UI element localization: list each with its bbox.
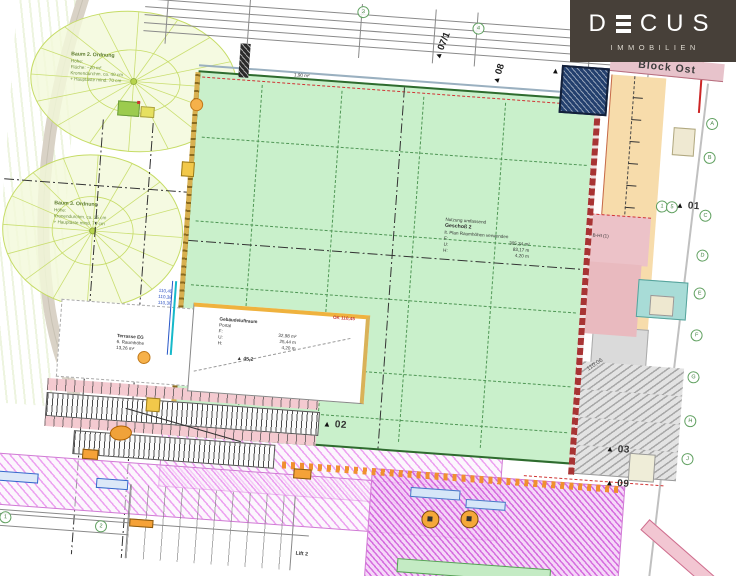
orange-box — [293, 468, 312, 479]
brand-letters-cus: CUS — [640, 10, 718, 38]
teal-block — [636, 279, 689, 321]
site-plan-screenshot: Baum 2. Ordnung Höhe: Fläche: ~20 m² Kro… — [0, 0, 736, 576]
meter-box — [146, 397, 161, 412]
logo-e-bars-icon — [616, 15, 631, 33]
grid-bubble-top: 3 — [357, 6, 370, 19]
marker-triangle-icon: ▲ — [605, 478, 614, 488]
brand-letter-d: D — [588, 10, 606, 38]
grid-bubble-right: B — [703, 151, 716, 164]
teal-inner-box — [649, 295, 674, 317]
spot-elevation: ▲ 45,2 — [236, 356, 253, 364]
plan-graphic — [616, 29, 631, 33]
grid-bubble-top: 4 — [472, 22, 485, 35]
orange-box — [129, 518, 154, 528]
flag-icon: ▲ — [551, 66, 560, 76]
grid-bubble-right: J — [681, 453, 694, 466]
marker-03: ▲ 03 — [606, 443, 631, 456]
dimension-line — [0, 523, 128, 535]
tree2-label: Baum 3. Ordnung Höhe: Kronendurchm. ca. … — [53, 200, 184, 230]
beige-box — [628, 453, 656, 483]
marker-09: ▲ 09 — [605, 477, 630, 490]
plan-graphic: 09 — [617, 478, 630, 490]
plan-graphic — [616, 15, 631, 19]
axis-flag-07-label: 07/1 — [436, 31, 453, 52]
pink-corner-band — [640, 519, 736, 576]
plan-graphic: 4,20 m — [281, 345, 295, 352]
terrace-annotation: Terrasse EG 6. Raumhöhe 13,26 m² — [116, 333, 145, 353]
grid-bubble-right: C — [699, 209, 712, 222]
grid-dashed-line — [480, 103, 506, 448]
axis-flag-08-label: 08 — [493, 62, 507, 76]
decus-brand: D CUS — [588, 10, 717, 38]
grid-bubble-right: H — [684, 415, 697, 428]
plan-graphic: 45,2 — [243, 356, 254, 363]
logo-subtitle: IMMOBILIEN — [606, 43, 700, 52]
pink-block-label: B-HI (1) — [592, 233, 608, 240]
marker-02: ▲ 02 — [323, 418, 348, 431]
pink-block-a: B-HI (1) — [588, 213, 651, 266]
void-annotation: Gebäudeluftraum Portal F:32,98 m² U:25,4… — [218, 316, 332, 354]
grid-bubble-right: F — [690, 329, 703, 342]
meter-box — [181, 161, 195, 177]
legend-red-tick — [137, 101, 140, 104]
plan-graphic — [616, 22, 631, 26]
survey-bubble: 1 — [0, 511, 12, 524]
axis-flag-08: ▲ 08 — [490, 62, 507, 85]
shaft-circle-core — [427, 516, 432, 521]
plan-graphic: 02 — [334, 419, 347, 431]
grid-dashed-line — [398, 97, 424, 442]
grid-dashed-line — [202, 137, 587, 166]
shaft-circle-core — [466, 516, 471, 521]
plan-graphic: H: — [218, 340, 223, 346]
shaft-area-label: 1,90 m² — [294, 72, 310, 79]
survey-bubble: 2 — [95, 520, 108, 533]
marker-triangle-icon: ▲ — [323, 419, 332, 429]
plan-graphic: 01 — [687, 200, 700, 212]
shaft-hatch — [238, 43, 250, 78]
shaft-box: 1,90 m² — [238, 43, 314, 82]
plan-graphic: 03 — [617, 444, 630, 456]
plan-graphic: H: — [443, 248, 448, 254]
pink-block-b — [582, 261, 641, 337]
legend-yellow-box — [140, 106, 155, 118]
grid-bubble-right: A — [706, 118, 719, 131]
orange-box — [82, 449, 99, 460]
grid-bubble-right: G — [687, 371, 700, 384]
lift-label: Lift 2 — [295, 551, 308, 559]
marker-triangle-icon: ▲ — [676, 201, 685, 211]
hall-annotation: Nutzung umfassend Geschoß 2 lt. Plan Rau… — [443, 217, 555, 262]
grid-bubble-right: D — [696, 249, 709, 262]
decus-logo: D CUS IMMOBILIEN — [570, 0, 736, 62]
beige-box — [672, 127, 696, 157]
marker-triangle-icon: ▲ — [606, 444, 615, 454]
stair-core-box — [559, 65, 610, 116]
flag-triangle-icon: ▲ — [433, 50, 444, 61]
grid-bubble-right: E — [693, 287, 706, 300]
plan-canvas: Baum 2. Ordnung Höhe: Fläche: ~20 m² Kro… — [0, 0, 736, 576]
marker-01: ▲ 01 — [676, 200, 701, 213]
tree1-label: Baum 2. Ordnung Höhe: Fläche: ~20 m² Kro… — [70, 51, 211, 87]
plan-graphic: 4,20 m — [515, 253, 529, 260]
flag-triangle-icon: ▲ — [491, 75, 502, 85]
